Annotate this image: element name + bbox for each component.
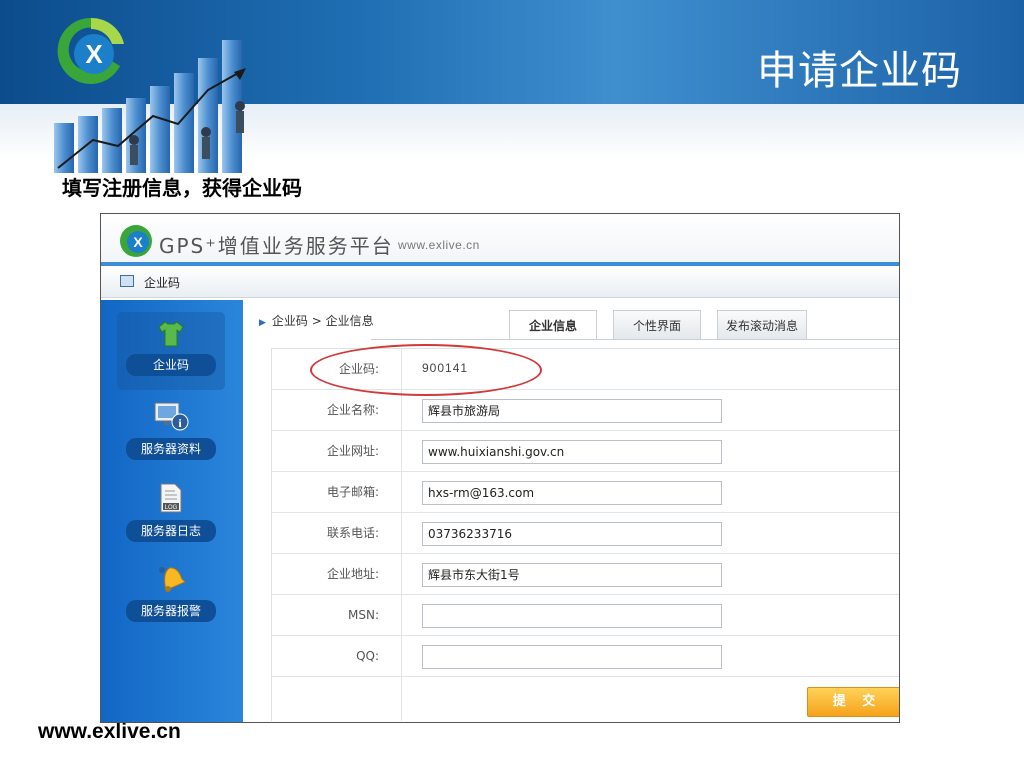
form-row-address: 企业地址: 辉县市东大街1号 bbox=[272, 554, 899, 595]
tab-divider bbox=[371, 339, 899, 340]
sidebar-item-label: 服务器报警 bbox=[126, 600, 216, 622]
tab-personal-interface[interactable]: 个性界面 bbox=[613, 310, 701, 340]
email-input[interactable]: hxs-rm@163.com bbox=[422, 481, 722, 505]
slide-subtitle: 填写注册信息，获得企业码 bbox=[62, 176, 302, 200]
form-row-website: 企业网址: www.huixianshi.gov.cn bbox=[272, 431, 899, 472]
submit-button[interactable]: 提 交 bbox=[807, 687, 899, 717]
footer-url: www.exlive.cn bbox=[38, 720, 181, 743]
slide-title: 申请企业码 bbox=[757, 48, 962, 94]
form-label: 企业名称: bbox=[272, 390, 402, 430]
tab-publish-scroll-message[interactable]: 发布滚动消息 bbox=[717, 310, 807, 340]
shirt-icon bbox=[158, 321, 184, 347]
website-input[interactable]: www.huixianshi.gov.cn bbox=[422, 440, 722, 464]
form-row-qq: QQ: bbox=[272, 636, 899, 677]
breadcrumb-text: 企业码 > 企业信息 bbox=[271, 314, 374, 328]
svg-text:LOG: LOG bbox=[165, 505, 178, 511]
app-logo-icon: X bbox=[120, 225, 152, 257]
sidebar-item-label: 服务器资料 bbox=[126, 438, 216, 460]
app-sidebar: 企业码 i 服务器资料 LOG 服务器日志 服务器报警 bbox=[101, 300, 243, 722]
monitor-info-icon: i bbox=[154, 402, 189, 431]
sidebar-item-server-info[interactable]: i 服务器资料 bbox=[117, 400, 225, 466]
phone-input[interactable]: 03736233716 bbox=[422, 522, 722, 546]
enterprise-name-input[interactable]: 辉县市旅游局 bbox=[422, 399, 722, 423]
triangle-right-icon: ▶ bbox=[259, 318, 266, 328]
svg-text:X: X bbox=[133, 234, 143, 250]
form-label: 企业地址: bbox=[272, 554, 402, 594]
address-input[interactable]: 辉县市东大街1号 bbox=[422, 563, 722, 587]
sidebar-item-label: 企业码 bbox=[126, 354, 216, 376]
form-label: MSN: bbox=[272, 595, 402, 635]
app-header: X GPS⁺增值业务服务平台 www.exlive.cn bbox=[101, 214, 899, 266]
qq-input[interactable] bbox=[422, 645, 722, 669]
sidebar-item-server-alarm[interactable]: 服务器报警 bbox=[117, 562, 225, 628]
sidebar-item-server-log[interactable]: LOG 服务器日志 bbox=[117, 482, 225, 548]
monitor-icon bbox=[120, 275, 134, 287]
form-row-email: 电子邮箱: hxs-rm@163.com bbox=[272, 472, 899, 513]
breadcrumb: ▶ 企业码 > 企业信息 bbox=[259, 312, 374, 329]
form-label: 联系电话: bbox=[272, 513, 402, 553]
sidebar-item-label: 服务器日志 bbox=[126, 520, 216, 542]
form-label: 电子邮箱: bbox=[272, 472, 402, 512]
highlight-ellipse bbox=[310, 344, 542, 396]
growth-bars-illustration bbox=[54, 40, 246, 173]
log-file-icon: LOG bbox=[160, 483, 182, 513]
form-row-msn: MSN: bbox=[272, 595, 899, 636]
form-label: QQ: bbox=[272, 636, 402, 676]
enterprise-info-form: 企业码: 900141 企业名称: 辉县市旅游局 企业网址: www.huixi… bbox=[271, 348, 899, 721]
form-row-enterprise-name: 企业名称: 辉县市旅游局 bbox=[272, 390, 899, 431]
app-window: X GPS⁺增值业务服务平台 www.exlive.cn 企业码 企业码 i 服… bbox=[100, 213, 900, 723]
tab-enterprise-info[interactable]: 企业信息 bbox=[509, 310, 597, 340]
app-title: GPS⁺增值业务服务平台 bbox=[159, 234, 394, 258]
app-crumbbar: 企业码 bbox=[101, 266, 899, 298]
msn-input[interactable] bbox=[422, 604, 722, 628]
bell-icon bbox=[159, 567, 186, 592]
sidebar-item-enterprise-code[interactable]: 企业码 bbox=[117, 312, 225, 390]
form-label-spacer bbox=[272, 677, 402, 721]
form-actions: 提 交 bbox=[272, 677, 899, 721]
crumbbar-label: 企业码 bbox=[144, 276, 181, 290]
app-url: www.exlive.cn bbox=[398, 238, 480, 252]
form-row-phone: 联系电话: 03736233716 bbox=[272, 513, 899, 554]
form-label: 企业网址: bbox=[272, 431, 402, 471]
